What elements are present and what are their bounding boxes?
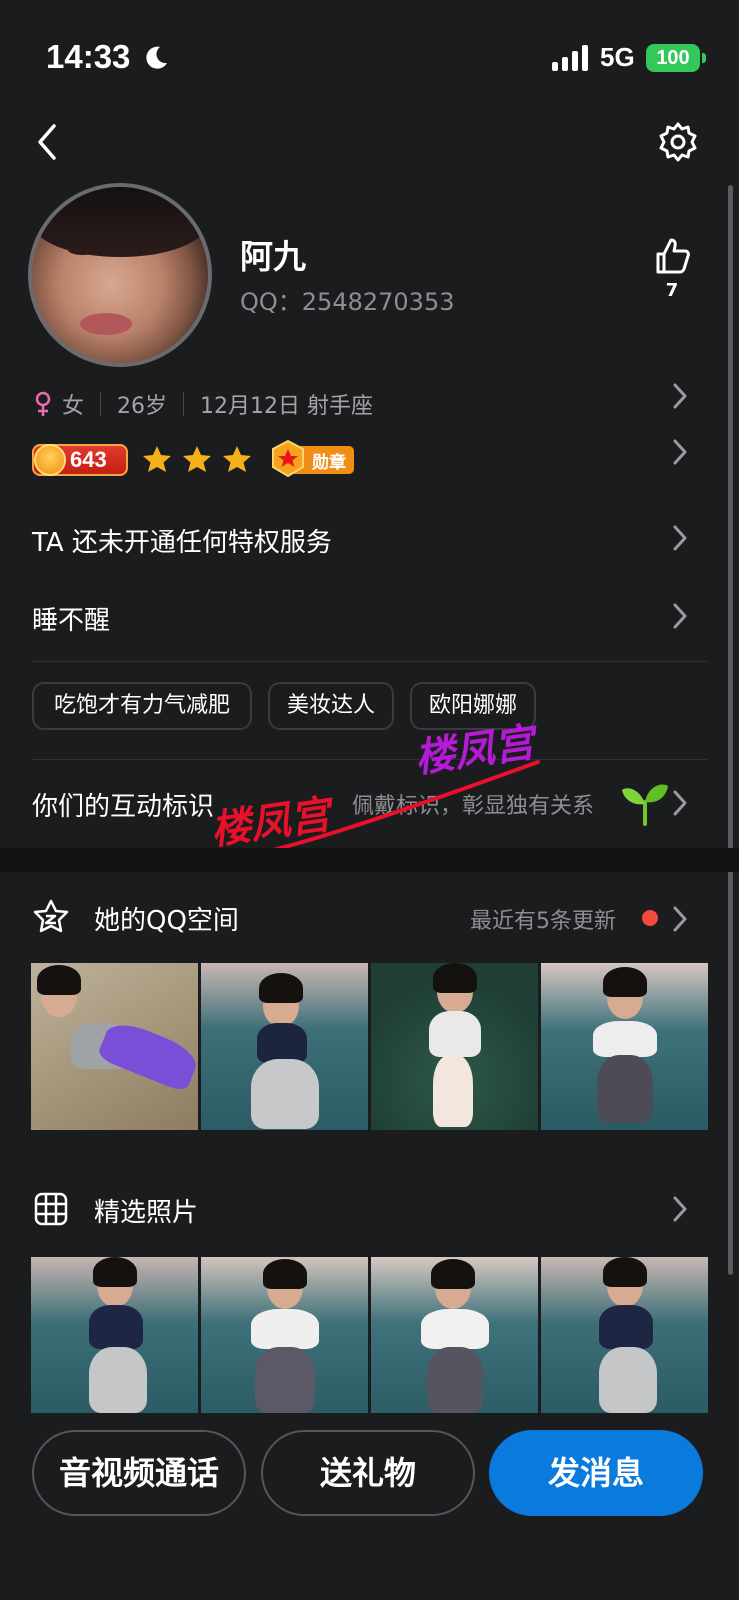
qzone-photo[interactable] (31, 963, 198, 1130)
qzone-photo[interactable] (201, 963, 368, 1130)
network-type: 5G (600, 42, 635, 72)
qzone-title[interactable]: 她的QQ空间 (94, 900, 239, 937)
section-gap (0, 848, 739, 872)
birthday-text: 12月12日 射手座 (200, 394, 373, 419)
signature-row[interactable]: 睡不醒 (32, 600, 110, 637)
female-icon (35, 391, 51, 416)
chevron-right-icon[interactable] (670, 381, 690, 411)
crown-icon (34, 444, 66, 476)
qzone-update-text: 最近有5条更新 (470, 909, 616, 934)
chevron-right-icon[interactable] (670, 904, 690, 934)
star-icon (183, 446, 211, 472)
qzone-photo[interactable] (371, 963, 538, 1130)
interaction-title[interactable]: 你们的互动标识 (32, 786, 214, 823)
qq-level-badge[interactable]: 643 (32, 444, 128, 476)
qzone-photo[interactable] (541, 963, 708, 1130)
qq-label: QQ： (240, 288, 302, 316)
back-button[interactable] (28, 118, 68, 166)
status-time: 14:33 (46, 38, 131, 75)
medal-label: 勋章 (312, 453, 346, 473)
send-message-button[interactable]: 发消息 (489, 1430, 703, 1516)
signal-icon (552, 45, 588, 71)
privilege-row[interactable]: TA 还未开通任何特权服务 (32, 522, 332, 559)
age-text: 26岁 (117, 394, 168, 419)
update-dot (642, 910, 658, 926)
battery-icon: 100 (646, 44, 700, 72)
level-number: 643 (70, 447, 107, 472)
chevron-right-icon[interactable] (670, 523, 690, 553)
qq-number: 2548270353 (301, 288, 455, 316)
featured-photo[interactable] (31, 1257, 198, 1413)
interest-tag[interactable]: 吃饱才有力气减肥 (32, 682, 252, 730)
featured-photo[interactable] (371, 1257, 538, 1413)
featured-photos-title[interactable]: 精选照片 (94, 1192, 198, 1229)
like-count: 7 (665, 280, 679, 301)
chevron-right-icon[interactable] (670, 1194, 690, 1224)
profile-info-row[interactable]: 女 26岁 12月12日 射手座 (32, 384, 708, 424)
scrollbar[interactable] (728, 185, 733, 1275)
chevron-right-icon[interactable] (670, 788, 690, 818)
featured-photo[interactable] (541, 1257, 708, 1413)
moon-icon (146, 46, 167, 69)
chevron-right-icon[interactable] (670, 437, 690, 467)
avatar[interactable] (28, 183, 212, 367)
settings-gear-icon[interactable] (656, 120, 700, 164)
featured-photo[interactable] (201, 1257, 368, 1413)
star-icon (143, 446, 171, 472)
chevron-right-icon[interactable] (670, 601, 690, 631)
thumbs-up-icon[interactable] (652, 236, 692, 276)
divider (183, 392, 185, 416)
divider (32, 661, 708, 662)
interest-tag[interactable]: 美妆达人 (268, 682, 394, 730)
battery-nub (702, 53, 706, 63)
star-icon (223, 446, 251, 472)
grid-icon (34, 1192, 68, 1226)
nickname: 阿九 (240, 237, 306, 276)
status-bar: 14:33 5G 100 (0, 0, 739, 110)
qq-number-line: QQ：2548270353 (240, 282, 454, 317)
av-call-button[interactable]: 音视频通话 (32, 1430, 246, 1516)
qzone-star-icon (33, 899, 69, 933)
send-gift-button[interactable]: 送礼物 (261, 1430, 475, 1516)
sprout-icon (622, 784, 668, 826)
gender-text: 女 (62, 394, 85, 419)
divider (100, 392, 102, 416)
